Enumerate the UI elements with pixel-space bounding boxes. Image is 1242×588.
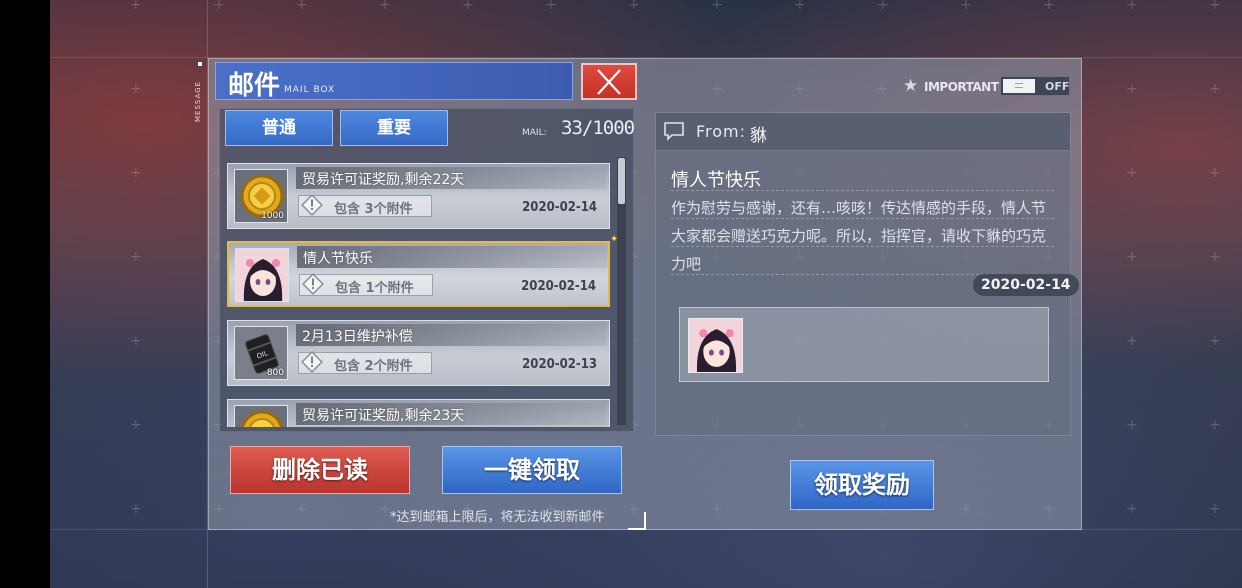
close-icon: [597, 69, 621, 95]
toggle-state: OFF: [1045, 80, 1070, 93]
gold-coin-icon: 1000: [234, 169, 288, 223]
item-count: 800: [266, 368, 284, 378]
cross-mark: +: [960, 0, 972, 13]
exclamation-icon: [302, 273, 324, 295]
cross-mark: +: [130, 501, 142, 517]
cross-mark: +: [130, 249, 142, 265]
cross-mark: +: [1126, 81, 1138, 97]
cross-mark: +: [1126, 249, 1138, 265]
mail-subject: 情人节快乐: [303, 251, 373, 267]
mail-count-label: MAIL:: [522, 128, 547, 138]
exclamation-icon: [301, 351, 323, 373]
cross-mark: +: [130, 0, 142, 13]
chat-bubble-icon: [664, 122, 684, 141]
cross-mark: +: [130, 417, 142, 433]
cross-mark: +: [1126, 333, 1138, 349]
mail-subject: 贸易许可证奖励,剩余23天: [302, 408, 465, 424]
gold-coin-icon: [234, 405, 288, 427]
important-toggle[interactable]: OFF: [1000, 76, 1070, 96]
cross-mark: +: [130, 333, 142, 349]
cross-mark: +: [877, 0, 889, 13]
mailbox-limit-note: *达到邮箱上限后，将无法收到新邮件: [390, 510, 605, 525]
cross-mark: +: [1209, 333, 1221, 349]
mail-body: 作为慰劳与感谢，还有…咳咳！传达情感的手段，情人节大家都会赠送巧克力呢。所以，指…: [671, 199, 1047, 273]
cross-mark: +: [711, 0, 723, 13]
delete-read-button[interactable]: 删除已读: [230, 446, 410, 494]
mail-item[interactable]: OIL 800 2月13日维护补偿 包含 2个附件 2020-02-13: [227, 320, 610, 386]
mailbox-title-bar: 邮件 MAIL BOX: [215, 62, 573, 101]
page-subtitle: MAIL BOX: [284, 85, 336, 95]
cross-mark: +: [462, 0, 474, 13]
cross-mark: +: [794, 0, 806, 13]
mail-subject: 2月13日维护补偿: [302, 329, 413, 345]
star-icon: ★: [903, 76, 919, 96]
cross-mark: +: [1209, 249, 1221, 265]
close-button[interactable]: [581, 63, 637, 100]
from-label: From:: [696, 122, 747, 141]
side-label: MESSAGE: [194, 81, 202, 122]
mail-item-selected[interactable]: 情人节快乐 包含 1个附件 2020-02-14: [227, 241, 610, 307]
mail-title: 情人节快乐: [671, 170, 761, 191]
mail-date: 2020-02-14: [521, 279, 596, 294]
cross-mark: +: [545, 0, 557, 13]
left-letterbox: [0, 0, 50, 588]
item-count: 1000: [261, 211, 284, 221]
character-portrait: [235, 248, 289, 302]
divider: [671, 246, 1054, 247]
cross-mark: +: [1209, 501, 1221, 517]
mail-count: 33/1000: [561, 117, 635, 139]
oil-barrel-icon: OIL 800: [234, 326, 288, 380]
mail-date: 2020-02-14: [973, 274, 1079, 296]
cross-mark: +: [1126, 417, 1138, 433]
attachment-text: 包含 3个附件: [334, 202, 413, 217]
cross-mark: +: [1209, 417, 1221, 433]
attachment-text: 包含 2个附件: [334, 359, 413, 374]
cross-mark: +: [1126, 501, 1138, 517]
cross-mark: +: [1209, 165, 1221, 181]
page-title: 邮件: [228, 71, 281, 101]
claim-reward-button[interactable]: 领取奖励: [790, 460, 934, 510]
frame-line-left: [207, 0, 208, 588]
cross-mark: +: [130, 81, 142, 97]
divider: [671, 218, 1054, 219]
toggle-knob: [1003, 79, 1035, 93]
divider: [671, 190, 1054, 191]
claim-all-button[interactable]: 一键领取: [442, 446, 622, 494]
grip-icon: [1015, 83, 1023, 88]
mail-subject: 贸易许可证奖励,剩余22天: [302, 172, 465, 188]
cross-mark: +: [296, 0, 308, 13]
cross-mark: +: [1126, 0, 1138, 13]
sender-name: 貅: [750, 126, 767, 146]
cross-mark: +: [130, 165, 142, 181]
cross-mark: +: [1209, 81, 1221, 97]
tab-normal[interactable]: 普通: [225, 110, 333, 146]
attachment-text: 包含 1个附件: [335, 281, 414, 296]
scrollbar-thumb[interactable]: [618, 158, 625, 204]
exclamation-icon: [301, 194, 323, 216]
tab-important[interactable]: 重要: [340, 110, 448, 146]
mail-item[interactable]: 贸易许可证奖励,剩余23天: [227, 399, 610, 427]
cross-mark: +: [1209, 0, 1221, 13]
cross-mark: +: [379, 0, 391, 13]
cross-mark: +: [628, 0, 640, 13]
cross-mark: +: [1126, 165, 1138, 181]
mail-item[interactable]: 1000 贸易许可证奖励,剩余22天 包含 3个附件 2020-02-14: [227, 163, 610, 229]
attachment-item[interactable]: [688, 318, 743, 373]
mail-date: 2020-02-13: [522, 357, 597, 372]
important-label: IMPORTANT: [924, 80, 999, 94]
character-portrait: [689, 319, 742, 372]
corner-marker: [628, 512, 646, 530]
cross-mark: +: [1043, 0, 1055, 13]
mail-list[interactable]: 1000 贸易许可证奖励,剩余22天 包含 3个附件 2020-02-14 情人…: [220, 155, 632, 427]
mail-date: 2020-02-14: [522, 200, 597, 215]
cross-mark: +: [213, 0, 225, 13]
